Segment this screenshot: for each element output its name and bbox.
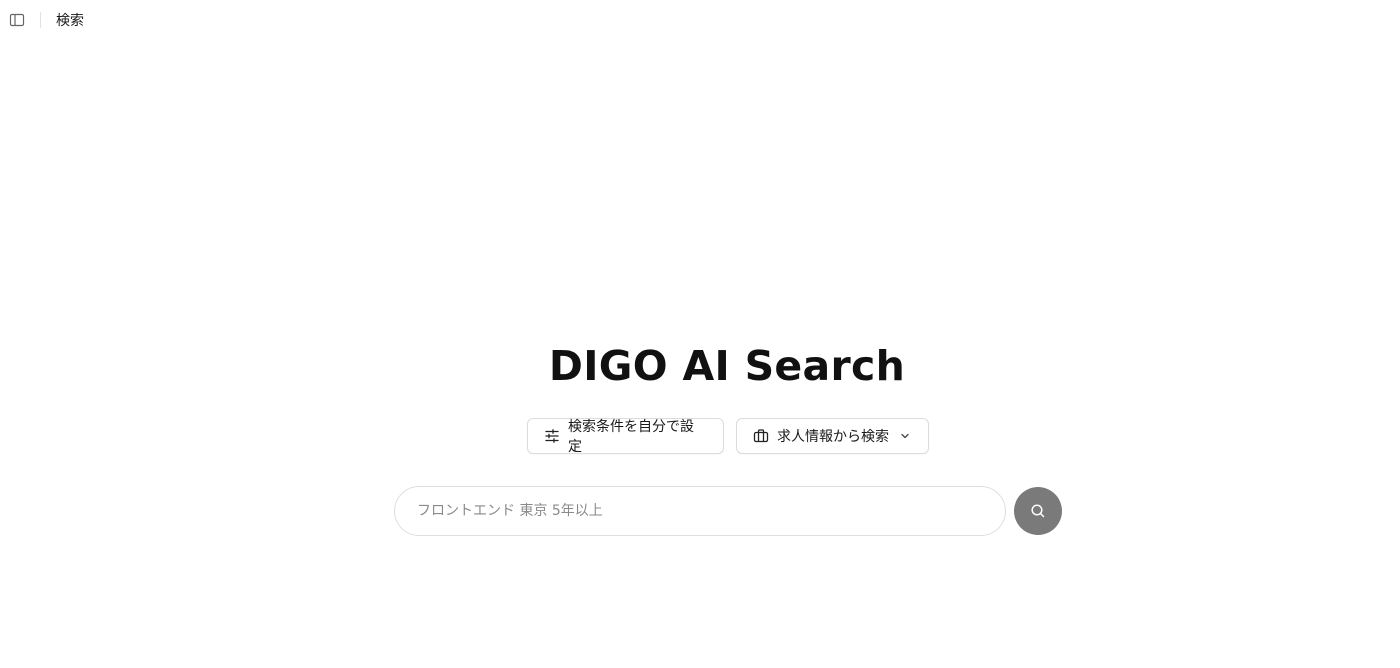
sidebar-toggle-button[interactable] bbox=[8, 11, 26, 29]
search-icon bbox=[1031, 504, 1045, 518]
search-bar bbox=[394, 486, 1062, 536]
hero-title: DIGO AI Search bbox=[548, 342, 906, 390]
search-input[interactable] bbox=[394, 486, 1006, 536]
sliders-icon bbox=[544, 428, 560, 444]
job-search-dropdown[interactable]: 求人情報から検索 bbox=[736, 418, 929, 454]
search-mode-actions: 検索条件を自分で設定 求人情報から検索 bbox=[527, 418, 929, 455]
app-root: 検索 DIGO AI Search 検索条件を自分で設定 求人情報から検索 フロ… bbox=[0, 0, 1400, 668]
custom-conditions-label: 検索条件を自分で設定 bbox=[568, 419, 694, 455]
top-bar: 検索 bbox=[0, 0, 84, 40]
topbar-divider bbox=[40, 12, 41, 28]
job-search-label: 求人情報から検索 bbox=[777, 429, 889, 445]
search-submit-button[interactable] bbox=[1014, 487, 1062, 535]
briefcase-icon bbox=[753, 428, 769, 444]
sidebar-panel-icon bbox=[9, 13, 25, 27]
custom-conditions-button[interactable]: 検索条件を自分で設定 bbox=[527, 418, 724, 455]
page-title: 検索 bbox=[56, 13, 84, 29]
chevron-down-icon bbox=[899, 430, 911, 442]
